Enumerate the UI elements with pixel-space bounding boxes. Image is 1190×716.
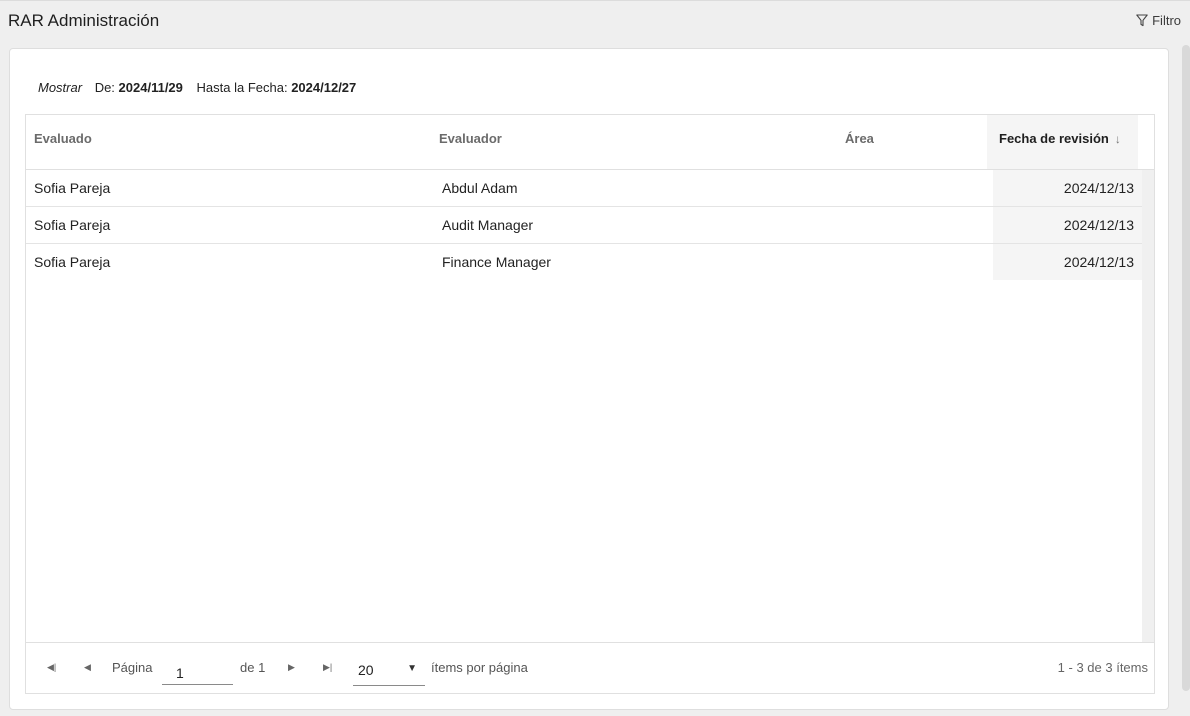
column-header-evaluado[interactable]: Evaluado: [34, 115, 92, 169]
from-label: De:: [94, 80, 115, 95]
column-header-evaluador[interactable]: Evaluador: [439, 115, 502, 169]
last-page-icon[interactable]: ▶|: [323, 662, 332, 673]
to-label: Hasta la Fecha:: [196, 80, 288, 95]
page-title: RAR Administración: [8, 11, 160, 30]
cell-evaluado: Sofia Pareja: [34, 217, 111, 233]
first-page-icon[interactable]: ◀|: [47, 662, 56, 673]
page-size-value: 20: [358, 662, 374, 678]
from-date: 2024/11/29: [118, 80, 183, 95]
cell-fecha: 2024/12/13: [993, 170, 1142, 206]
sort-descending-icon: ↓: [1114, 132, 1121, 146]
cell-evaluado: Sofia Pareja: [34, 180, 111, 196]
date-range-summary: Mostrar De: 2024/11/29 Hasta la Fecha: 2…: [38, 80, 356, 95]
page-number-input[interactable]: [162, 657, 233, 685]
table-row[interactable]: Sofia Pareja Audit Manager 2024/12/13: [26, 207, 1142, 244]
funnel-icon: [1136, 14, 1148, 27]
cell-evaluador: Finance Manager: [442, 254, 551, 270]
to-date: 2024/12/27: [291, 80, 357, 95]
page-size-select[interactable]: 20 ▼: [353, 657, 425, 686]
content-card: Mostrar De: 2024/11/29 Hasta la Fecha: 2…: [9, 48, 1169, 710]
app-window: RAR Administración Filtro Mostrar De: 20…: [0, 0, 1190, 716]
page-header: RAR Administración Filtro: [0, 1, 1190, 45]
cell-fecha: 2024/12/13: [993, 207, 1142, 243]
filter-button[interactable]: Filtro: [1136, 13, 1181, 28]
page-label: Página: [112, 660, 153, 675]
page-count-label: de 1: [240, 660, 266, 675]
column-header-fecha-revision[interactable]: Fecha de revisión ↓: [987, 115, 1138, 169]
filter-label: Filtro: [1152, 13, 1181, 28]
next-page-icon[interactable]: ▶: [288, 662, 295, 673]
table-row[interactable]: Sofia Pareja Abdul Adam 2024/12/13: [26, 170, 1142, 207]
mostrar-label: Mostrar: [38, 80, 83, 95]
dropdown-arrow-icon: ▼: [407, 663, 417, 674]
grid-header: Evaluado Evaluador Área Fecha de revisió…: [26, 115, 1154, 170]
previous-page-icon[interactable]: ◀: [84, 662, 91, 673]
column-header-area[interactable]: Área: [845, 115, 874, 169]
table-row[interactable]: Sofia Pareja Finance Manager 2024/12/13: [26, 244, 1142, 281]
cell-fecha: 2024/12/13: [993, 244, 1142, 280]
cell-evaluador: Audit Manager: [442, 217, 534, 233]
results-grid: Evaluado Evaluador Área Fecha de revisió…: [25, 114, 1155, 694]
column-header-fecha-label: Fecha de revisión: [999, 131, 1109, 146]
items-summary: 1 - 3 de 3 ítems: [1057, 660, 1148, 675]
cell-evaluador: Abdul Adam: [442, 180, 518, 196]
pager: ◀| ◀ Página de 1 ▶ ▶| 20 ▼ ítems por pág…: [26, 642, 1154, 693]
items-per-page-label: ítems por página: [431, 660, 528, 675]
page-scrollbar[interactable]: [1182, 45, 1190, 691]
cell-evaluado: Sofia Pareja: [34, 254, 111, 270]
grid-scrollbar[interactable]: [1142, 170, 1154, 642]
